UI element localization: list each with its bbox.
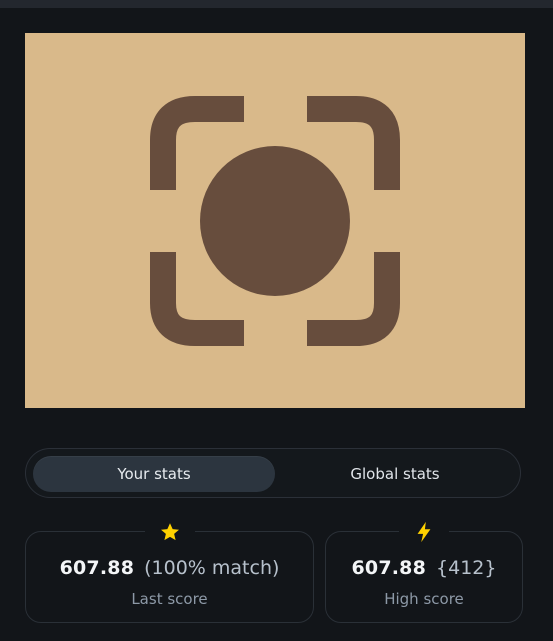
star-badge xyxy=(144,518,195,546)
last-score-label: Last score xyxy=(131,590,208,608)
tab-your-stats-label: Your stats xyxy=(117,465,191,483)
top-bar xyxy=(0,0,553,8)
high-score-label: High score xyxy=(384,590,464,608)
high-score-row: 607.88 {412} xyxy=(326,557,522,579)
tab-global-stats[interactable]: Global stats xyxy=(274,456,516,492)
lightning-icon xyxy=(417,521,431,543)
lightning-badge xyxy=(399,518,449,546)
last-score-value: 607.88 xyxy=(59,557,135,579)
camera-focus-icon xyxy=(150,96,400,346)
tab-global-stats-label: Global stats xyxy=(350,465,440,483)
photo-placeholder xyxy=(25,33,525,408)
star-icon xyxy=(160,523,179,541)
stats-tabs: Your stats Global stats xyxy=(25,448,521,498)
high-score-count: {412} xyxy=(436,557,497,579)
tab-your-stats[interactable]: Your stats xyxy=(33,456,275,492)
high-score-card: 607.88 {412} High score xyxy=(325,518,523,623)
high-score-value: 607.88 xyxy=(351,557,427,579)
last-score-row: 607.88 (100% match) xyxy=(26,557,313,579)
last-score-match: (100% match) xyxy=(144,557,280,579)
last-score-card: 607.88 (100% match) Last score xyxy=(25,518,314,623)
